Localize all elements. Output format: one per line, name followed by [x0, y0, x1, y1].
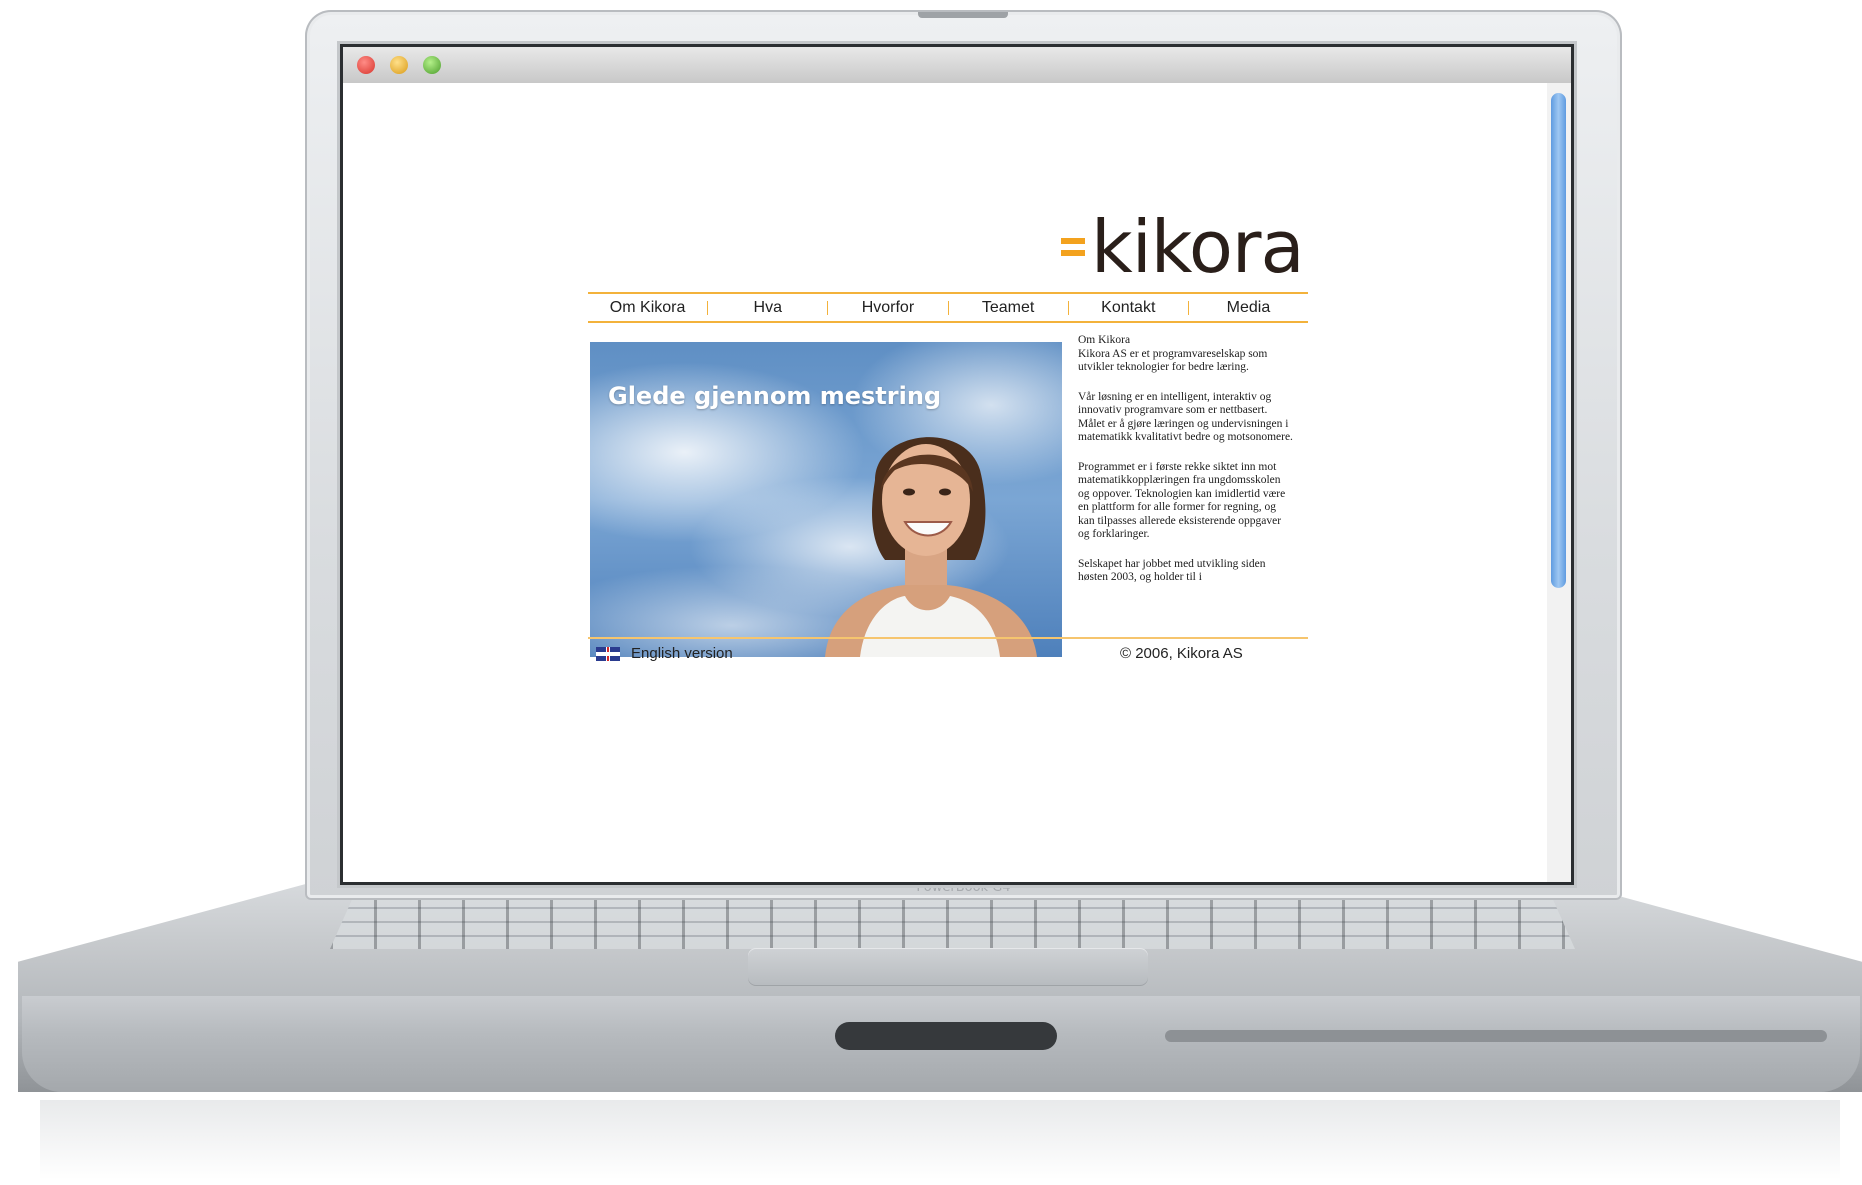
english-version-link[interactable]: English version — [631, 645, 733, 662]
minimize-icon[interactable] — [390, 56, 408, 74]
about-heading: Om Kikora — [1078, 334, 1131, 346]
nav-item-om-kikora[interactable]: Om Kikora — [588, 299, 707, 317]
laptop-lid: PowerBook G4 kikora Om Kikora Hva Hvorfo… — [305, 10, 1622, 900]
nav-item-media[interactable]: Media — [1189, 299, 1308, 317]
nav-item-hvorfor[interactable]: Hvorfor — [828, 299, 947, 317]
kikora-logo[interactable]: kikora — [1061, 205, 1305, 289]
copyright-text: © 2006, Kikora AS — [1120, 645, 1243, 662]
logo-text: kikora — [1091, 205, 1305, 289]
nav-item-teamet[interactable]: Teamet — [949, 299, 1068, 317]
laptop-optical-slot — [1165, 1030, 1827, 1042]
model-label: PowerBook G4 — [916, 880, 1011, 895]
lid-notch — [918, 12, 1008, 18]
web-page: kikora Om Kikora Hva Hvorfor Teamet Kont… — [343, 83, 1547, 882]
girl-photo — [825, 437, 1037, 657]
laptop-keyboard — [330, 893, 1575, 949]
about-text: Om Kikora Kikora AS er et programvaresel… — [1078, 334, 1293, 601]
scroll-thumb[interactable] — [1551, 93, 1566, 588]
hero-image: Glede gjennom mestring — [590, 342, 1062, 657]
vertical-scrollbar[interactable] — [1546, 83, 1571, 882]
laptop-reflection — [40, 1100, 1840, 1180]
about-paragraph: Selskapet har jobbet med utvikling siden… — [1078, 557, 1266, 584]
nav-item-kontakt[interactable]: Kontakt — [1069, 299, 1188, 317]
laptop-screen: kikora Om Kikora Hva Hvorfor Teamet Kont… — [343, 47, 1571, 882]
laptop-trackpad — [748, 948, 1148, 986]
page-footer: English version © 2006, Kikora AS — [588, 637, 1308, 671]
about-paragraph: Vår løsning er en intelligent, interakti… — [1078, 390, 1293, 444]
hero-caption: Glede gjennom mestring — [608, 382, 942, 410]
equals-logo-icon — [1061, 232, 1085, 262]
window-titlebar[interactable] — [343, 47, 1571, 84]
laptop-latch — [835, 1022, 1057, 1050]
about-paragraph: Programmet er i første rekke siktet inn … — [1078, 460, 1286, 541]
uk-flag-icon[interactable] — [596, 647, 620, 661]
maximize-icon[interactable] — [423, 56, 441, 74]
about-paragraph: Kikora AS er et programvareselskap som u… — [1078, 347, 1268, 374]
nav-item-hva[interactable]: Hva — [708, 299, 827, 317]
main-nav: Om Kikora Hva Hvorfor Teamet Kontakt Med… — [588, 292, 1308, 323]
laptop-front-edge — [22, 996, 1860, 1092]
close-icon[interactable] — [357, 56, 375, 74]
